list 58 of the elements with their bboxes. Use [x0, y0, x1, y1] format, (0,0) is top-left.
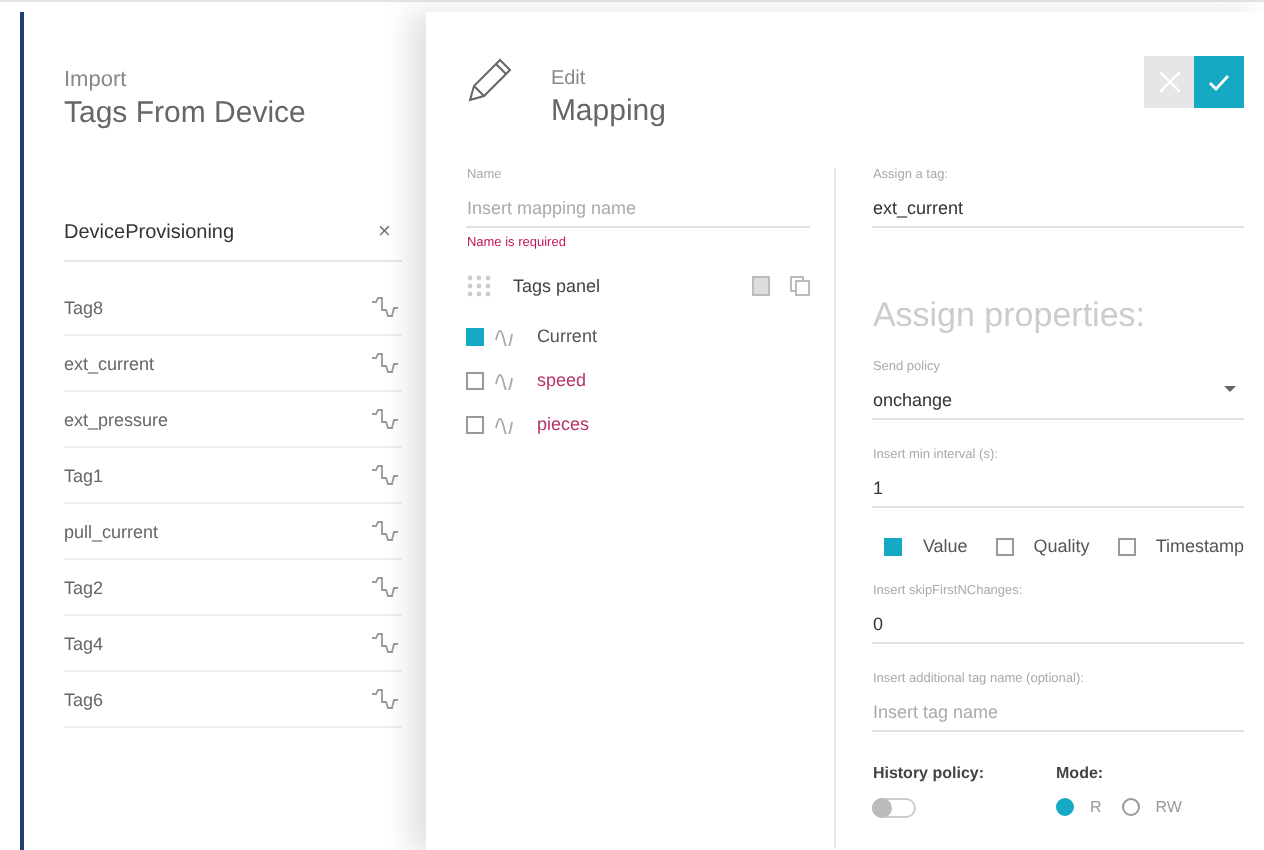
caret-icon — [1224, 386, 1236, 392]
check-icon — [1208, 73, 1230, 91]
tag-name[interactable]: pieces — [536, 414, 589, 434]
checkbox[interactable] — [995, 537, 1014, 555]
tag-name[interactable]: Tag4 — [64, 633, 104, 653]
toggle-switch[interactable] — [872, 798, 917, 818]
field-label: Mode: — [1056, 764, 1106, 782]
input-field[interactable]: Insert tag name — [872, 700, 1244, 732]
tag-name[interactable]: pull_current — [64, 521, 159, 541]
tag-name[interactable]: speed — [536, 370, 586, 390]
tag-name[interactable]: Tag2 — [64, 577, 104, 597]
device-name: DeviceProvisioning — [64, 221, 235, 243]
checkbox[interactable] — [466, 415, 485, 433]
radio-button[interactable] — [1121, 798, 1140, 816]
panel-overline: Edit — [550, 68, 588, 90]
panel-title: Mapping — [550, 94, 666, 128]
tag-name[interactable]: Tag1 — [64, 465, 104, 485]
input-field[interactable]: 1 — [872, 476, 1244, 508]
panel-title: Tags From Device — [64, 96, 308, 130]
signal-wave-icon — [494, 370, 515, 390]
tag-name[interactable]: ext_current — [64, 353, 155, 373]
confirm-button[interactable] — [1194, 56, 1244, 108]
tag-name[interactable]: Current — [536, 326, 597, 346]
tag-name[interactable]: Tag6 — [64, 689, 104, 709]
signal-wave-icon — [494, 326, 515, 346]
checkbox-label: Quality — [1033, 536, 1090, 556]
save-icon[interactable] — [752, 276, 771, 296]
signal-wave-icon — [370, 520, 403, 542]
close-icon — [1159, 72, 1179, 92]
radio-button[interactable] — [1056, 798, 1075, 816]
grid-dots-icon — [466, 274, 493, 298]
signal-wave-icon — [370, 408, 403, 430]
input-field[interactable]: ext_current — [872, 196, 1244, 228]
radio-label: R — [1090, 798, 1102, 816]
checkbox[interactable] — [884, 537, 903, 555]
signal-wave-icon — [370, 632, 403, 654]
checkbox-label: Timestamp — [1155, 536, 1244, 556]
signal-wave-icon — [370, 464, 403, 486]
field-label: History policy: — [872, 764, 985, 782]
tag-name[interactable]: ext_pressure — [64, 409, 169, 429]
signal-wave-icon — [370, 576, 403, 598]
input-field[interactable]: onchange — [872, 388, 1244, 420]
tag-name[interactable]: Tag8 — [64, 297, 104, 317]
checkbox[interactable] — [466, 371, 485, 389]
checkbox[interactable] — [466, 327, 485, 345]
clear-button[interactable]: × — [378, 220, 403, 244]
signal-wave-icon — [494, 414, 515, 434]
signal-wave-icon — [370, 688, 403, 710]
signal-wave-icon — [370, 352, 403, 374]
checkbox-label: Value — [922, 536, 968, 556]
input-field[interactable]: Insert mapping name — [466, 196, 811, 228]
panel-label: Tags panel — [512, 276, 600, 296]
copy-icon[interactable] — [790, 276, 811, 296]
panel-overline: Import — [64, 68, 129, 92]
input-field[interactable]: 0 — [872, 612, 1244, 644]
checkbox[interactable] — [1117, 537, 1136, 555]
signal-wave-icon — [370, 296, 403, 318]
radio-label: RW — [1155, 798, 1182, 816]
